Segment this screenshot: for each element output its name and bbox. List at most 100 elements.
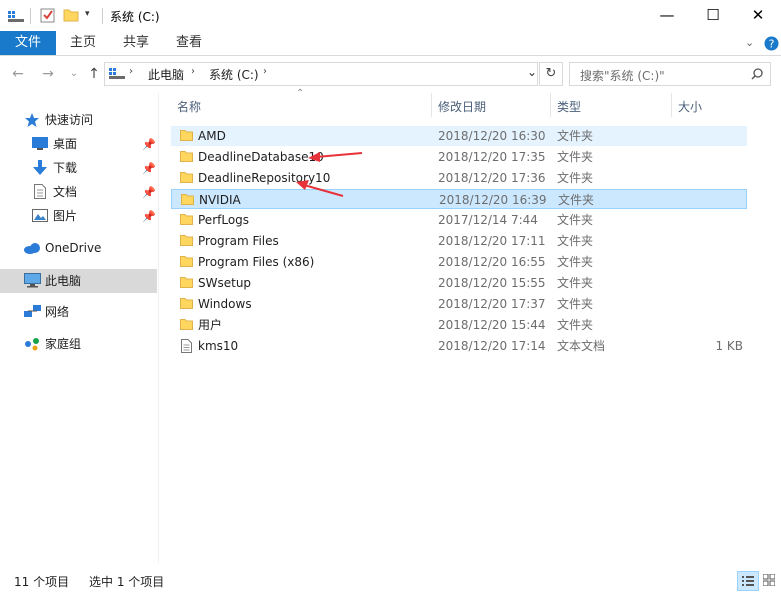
window-title: 系统 (C:) [110,10,160,24]
file-type: 文件夹 [557,213,594,227]
folder-icon [180,172,193,183]
selection-count: 选中 1 个项目 [89,575,165,589]
drive-icon[interactable] [8,9,24,23]
search-input[interactable]: 搜索"系统 (C:)" [580,67,665,84]
pin-icon[interactable]: 📌 [142,210,156,223]
file-row[interactable]: Windows 2018/12/20 17:37 文件夹 [171,294,747,314]
file-row[interactable]: kms10 2018/12/20 17:14 文本文档 1 KB [171,336,747,356]
maximize-button[interactable]: ☐ [690,0,736,31]
address-dropdown-icon[interactable]: ⌄ [527,65,537,79]
details-view-icon [742,576,754,586]
quick-access-star-icon [25,113,39,127]
back-button[interactable]: ← [8,64,28,84]
sidebar-item-documents[interactable]: 文档 [53,181,77,203]
column-separator[interactable] [671,93,672,117]
up-button[interactable]: ↑ [84,64,104,84]
details-view-button[interactable] [737,571,759,591]
large-icons-view-button[interactable] [760,571,778,589]
new-folder-icon[interactable] [63,8,79,22]
breadcrumb-chevron-icon[interactable]: › [191,66,195,77]
file-date: 2018/12/20 15:44 [438,318,546,332]
sidebar-item-desktop[interactable]: 桌面 [53,133,77,155]
file-size: 1 KB [715,339,743,353]
sidebar-item-quick-access[interactable]: 快速访问 [45,109,93,131]
folder-icon [181,194,194,205]
column-separator[interactable] [550,93,551,117]
file-row[interactable]: NVIDIA 2018/12/20 16:39 文件夹 [171,189,747,209]
file-row[interactable]: SWsetup 2018/12/20 15:55 文件夹 [171,273,747,293]
network-icon [24,305,41,317]
address-bar[interactable]: › 此电脑 › 系统 (C:) › ⌄ [104,62,538,86]
breadcrumb-drive-c[interactable]: 系统 (C:) [209,66,259,83]
sidebar-item-downloads[interactable]: 下载 [53,157,77,179]
file-date: 2018/12/20 16:39 [439,193,547,207]
breadcrumb-this-pc[interactable]: 此电脑 [148,66,184,83]
file-date: 2018/12/20 15:55 [438,276,546,290]
file-row[interactable]: Program Files 2018/12/20 17:11 文件夹 [171,231,747,251]
file-row[interactable]: DeadlineDatabase10 2018/12/20 17:35 文件夹 [171,147,747,167]
file-type: 文件夹 [557,297,594,311]
file-date: 2018/12/20 17:11 [438,234,546,248]
file-row[interactable]: 用户 2018/12/20 15:44 文件夹 [171,315,747,335]
file-name: AMD [198,129,226,143]
sidebar-item-this-pc[interactable]: 此电脑 [45,270,81,292]
refresh-button[interactable]: ↻ [539,62,563,86]
file-row[interactable]: DeadlineRepository10 2018/12/20 17:36 文件夹 [171,168,747,188]
file-name: kms10 [198,339,239,353]
file-name: Program Files (x86) [198,255,315,269]
file-row[interactable]: PerfLogs 2017/12/14 7:44 文件夹 [171,210,747,230]
sidebar-item-onedrive[interactable]: OneDrive [45,237,101,259]
ribbon-tabs [0,31,781,56]
column-header-name[interactable]: 名称 [177,98,201,116]
tab-file[interactable]: 文件 [0,31,56,55]
tab-view[interactable]: 查看 [176,31,202,55]
folder-icon [180,214,193,225]
sidebar-item-network[interactable]: 网络 [45,301,69,323]
file-type: 文件夹 [557,318,594,332]
folder-icon [180,277,193,288]
chevron-down-icon[interactable]: ⌄ [745,36,754,49]
onedrive-icon [24,243,40,254]
search-icon[interactable] [751,68,763,80]
file-type: 文件夹 [557,129,594,143]
sidebar-item-homegroup[interactable]: 家庭组 [45,333,81,355]
recent-locations-chevron-icon[interactable]: ⌄ [64,64,84,84]
file-name: DeadlineRepository10 [198,171,331,185]
tab-home[interactable]: 主页 [70,31,96,55]
sidebar-item-pictures[interactable]: 图片 [53,205,77,227]
download-icon [33,160,47,175]
tab-share[interactable]: 共享 [123,31,149,55]
column-header-type[interactable]: 类型 [557,98,581,116]
quick-access-toolbar-dropdown-icon[interactable]: ▾ [85,9,90,19]
file-row[interactable]: Program Files (x86) 2018/12/20 16:55 文件夹 [171,252,747,272]
file-type: 文件夹 [558,193,595,207]
breadcrumb-chevron-icon[interactable]: › [129,66,133,77]
search-box[interactable]: 搜索"系统 (C:)" [569,62,771,86]
file-row[interactable]: AMD 2018/12/20 16:30 文件夹 [171,126,747,146]
column-header-size[interactable]: 大小 [678,98,702,116]
pin-icon[interactable]: 📌 [142,138,156,151]
file-name: SWsetup [198,276,252,290]
column-header-date[interactable]: 修改日期 [438,98,486,116]
pin-icon[interactable]: 📌 [142,186,156,199]
file-date: 2018/12/20 17:36 [438,171,546,185]
item-count: 11 个项目 [14,575,70,589]
pane-divider[interactable] [158,93,159,563]
forward-button[interactable]: → [38,64,58,84]
folder-icon [180,298,193,309]
folder-icon [180,130,193,141]
file-date: 2018/12/20 16:30 [438,129,546,143]
file-type: 文件夹 [557,255,594,269]
text-file-icon [181,339,192,353]
minimize-button[interactable]: — [644,0,690,31]
pin-icon[interactable]: 📌 [142,162,156,175]
file-type: 文件夹 [557,276,594,290]
close-button[interactable]: ✕ [735,0,781,31]
breadcrumb-chevron-icon[interactable]: › [263,66,267,77]
picture-icon [32,209,48,222]
column-separator[interactable] [431,93,432,117]
help-icon[interactable]: ? [764,36,779,51]
file-date: 2018/12/20 17:37 [438,297,546,311]
file-name: 用户 [198,318,223,332]
properties-icon[interactable] [40,7,56,23]
